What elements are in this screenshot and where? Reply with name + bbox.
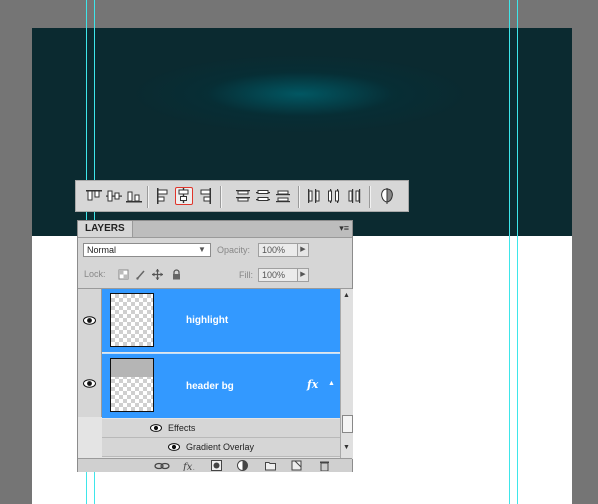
lock-image-pixels-icon[interactable] bbox=[135, 269, 146, 280]
opacity-slider-button[interactable]: ▶ bbox=[297, 243, 309, 257]
auto-align-layers-button[interactable] bbox=[378, 187, 396, 205]
layers-list: highlight header bg fx ▲ Effects Gradien… bbox=[78, 288, 353, 459]
eye-icon[interactable] bbox=[168, 443, 180, 451]
align-center-icon bbox=[178, 188, 189, 203]
opacity-label: Opacity: bbox=[217, 245, 251, 255]
align-right-icon bbox=[200, 188, 211, 204]
distribute-left-button[interactable] bbox=[305, 187, 323, 205]
toolbar-separator bbox=[298, 186, 300, 208]
panel-footer: fx. bbox=[78, 458, 352, 472]
guide-line-right-1[interactable] bbox=[509, 0, 510, 504]
new-layer-icon[interactable] bbox=[291, 460, 302, 471]
lock-transparent-pixels-icon[interactable] bbox=[118, 269, 129, 280]
effect-item-row[interactable]: Gradient Overlay bbox=[102, 438, 340, 457]
delete-layer-trash-icon[interactable] bbox=[319, 460, 330, 471]
adjustment-layer-icon[interactable] bbox=[237, 460, 253, 471]
align-middle-icon bbox=[106, 190, 122, 202]
align-toolbar bbox=[75, 180, 409, 212]
lock-all-icon[interactable] bbox=[171, 269, 182, 280]
distribute-bottom-icon bbox=[276, 190, 290, 203]
scroll-up-icon[interactable]: ▲ bbox=[343, 292, 350, 299]
guide-line-right-2[interactable] bbox=[517, 0, 518, 504]
eye-icon[interactable] bbox=[150, 424, 162, 432]
expand-effects-triangle-icon[interactable]: ▲ bbox=[328, 380, 335, 387]
layer-row-highlight[interactable]: highlight bbox=[102, 289, 340, 352]
scroll-down-icon[interactable]: ▼ bbox=[343, 444, 350, 451]
align-vertical-centers-group-button[interactable] bbox=[105, 187, 123, 205]
distribute-right-icon bbox=[348, 189, 361, 203]
layer-name[interactable]: header bg bbox=[186, 381, 234, 393]
align-top-edges-button[interactable] bbox=[85, 187, 103, 205]
layer-name[interactable]: highlight bbox=[186, 315, 228, 327]
eye-icon[interactable] bbox=[83, 316, 96, 325]
layers-panel: LAYERS ▾≡ Normal ▼ Opacity: 100% ▶ Lock:… bbox=[77, 220, 353, 472]
chevron-down-icon[interactable]: ▼ bbox=[198, 243, 206, 257]
effects-label: Effects bbox=[168, 423, 196, 433]
fx-icon[interactable]: fx. bbox=[182, 460, 198, 471]
scrollbar-thumb[interactable] bbox=[342, 415, 353, 433]
layer-row-header-bg[interactable]: header bg fx ▲ bbox=[102, 353, 340, 418]
new-group-folder-icon[interactable] bbox=[265, 460, 276, 471]
effects-row[interactable]: Effects bbox=[102, 419, 340, 438]
distribute-top-icon bbox=[236, 190, 250, 202]
distribute-center-icon bbox=[328, 189, 339, 203]
distribute-horizontal-centers-button[interactable] bbox=[325, 187, 343, 205]
svg-text:fx: fx bbox=[182, 462, 193, 471]
panel-titlebar: LAYERS ▾≡ bbox=[78, 221, 352, 238]
layers-scrollbar[interactable]: ▲ ▼ bbox=[340, 289, 353, 459]
distribute-middle-icon bbox=[256, 190, 270, 201]
fill-input[interactable]: 100% bbox=[258, 268, 298, 282]
layer-effects-fx-icon[interactable]: fx bbox=[307, 378, 318, 391]
lock-label: Lock: bbox=[84, 269, 106, 279]
distribute-vertical-centers-button[interactable] bbox=[254, 187, 272, 205]
effect-item-label: Gradient Overlay bbox=[186, 442, 255, 452]
distribute-bottom-button[interactable] bbox=[274, 187, 292, 205]
eye-icon[interactable] bbox=[83, 379, 96, 388]
distribute-left-icon bbox=[308, 189, 320, 203]
layer-thumbnail bbox=[110, 293, 154, 347]
layers-tab[interactable]: LAYERS bbox=[78, 221, 133, 237]
add-mask-icon[interactable] bbox=[211, 460, 222, 471]
auto-align-icon bbox=[381, 188, 393, 204]
toolbar-separator bbox=[220, 186, 222, 208]
toolbar-separator bbox=[147, 186, 149, 208]
visibility-cell[interactable] bbox=[78, 289, 102, 352]
align-left-edges-button[interactable] bbox=[154, 187, 172, 205]
align-bottom-icon bbox=[126, 191, 142, 203]
svg-text:.: . bbox=[193, 466, 195, 471]
panel-menu-icon[interactable]: ▾≡ bbox=[339, 223, 349, 234]
align-right-edges-button[interactable] bbox=[196, 187, 214, 205]
fill-label: Fill: bbox=[239, 270, 253, 280]
lock-position-icon[interactable] bbox=[152, 269, 163, 280]
visibility-cell[interactable] bbox=[78, 352, 102, 417]
layer-thumbnail bbox=[110, 358, 154, 412]
align-top-icon bbox=[86, 190, 102, 201]
align-bottom-edges-button[interactable] bbox=[125, 187, 143, 205]
distribute-top-button[interactable] bbox=[234, 187, 252, 205]
align-vertical-centers-button[interactable] bbox=[175, 187, 193, 205]
fill-slider-button[interactable]: ▶ bbox=[297, 268, 309, 282]
toolbar-separator bbox=[369, 186, 371, 208]
link-layers-icon[interactable] bbox=[154, 460, 170, 471]
distribute-right-button[interactable] bbox=[345, 187, 363, 205]
align-left-icon bbox=[157, 188, 168, 204]
thumbnail-fill bbox=[111, 359, 153, 377]
blend-mode-select[interactable]: Normal bbox=[83, 243, 211, 257]
opacity-input[interactable]: 100% bbox=[258, 243, 298, 257]
